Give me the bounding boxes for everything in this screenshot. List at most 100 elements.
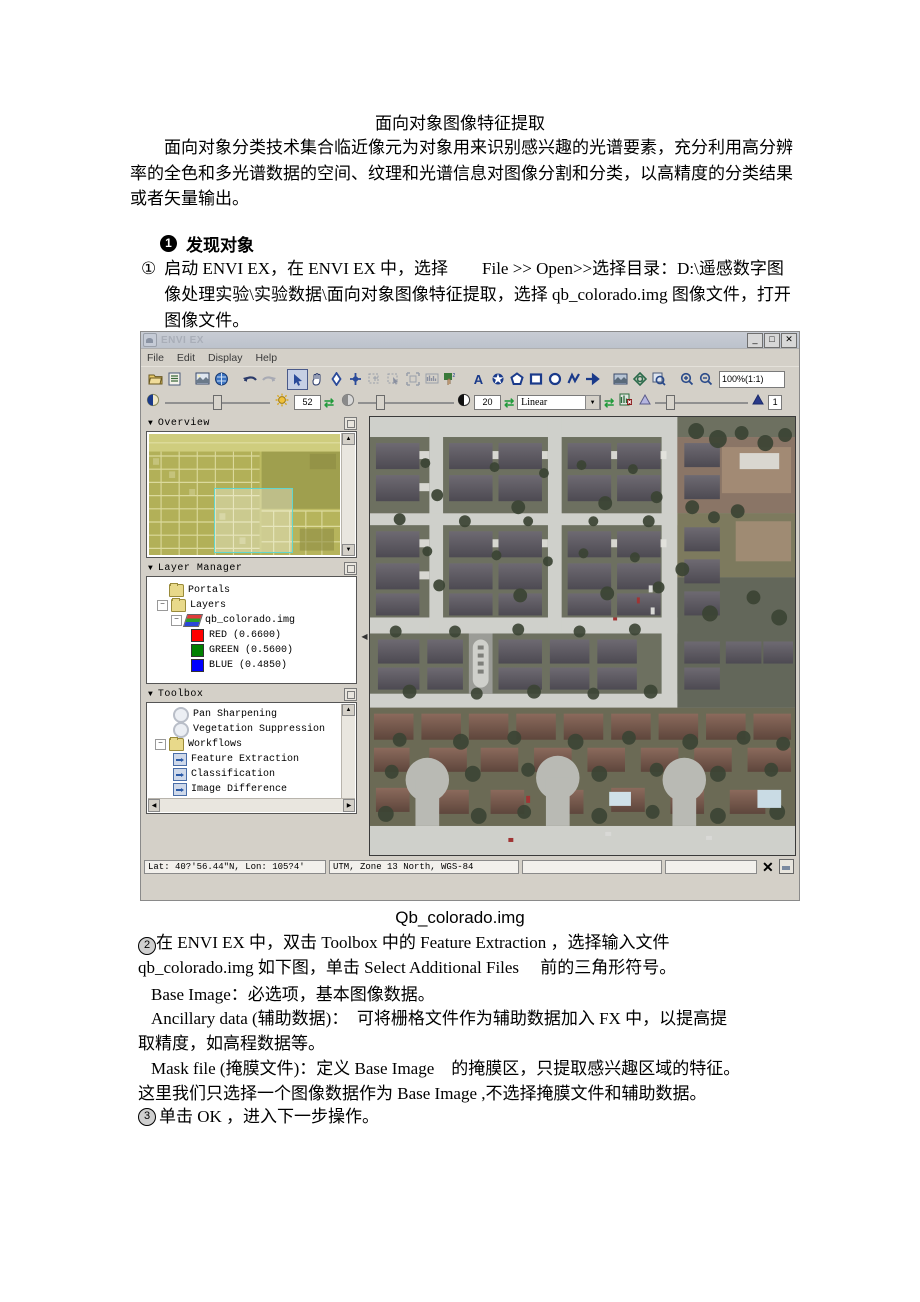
data-manager-icon[interactable] xyxy=(165,370,184,389)
collapse-triangle-icon[interactable]: ▼ xyxy=(148,690,153,699)
collapse-expander[interactable]: − xyxy=(155,739,166,750)
minimize-button[interactable]: _ xyxy=(747,332,763,348)
qb_colorado-aerial-view[interactable] xyxy=(369,416,796,856)
contrast-value-input[interactable]: 20 xyxy=(474,395,502,410)
menu-item-edit[interactable]: Edit xyxy=(177,352,195,364)
tree-item-workflows[interactable]: − Workflows xyxy=(147,737,356,752)
red-color-swatch xyxy=(191,629,204,642)
tree-item-layers[interactable]: − Layers xyxy=(147,598,356,613)
panel-collapse-handle[interactable]: ◀ xyxy=(361,414,368,858)
close-x-icon[interactable]: ✕ xyxy=(760,860,776,874)
layer-manager-panel[interactable]: Portals − Layers − qb_colorado.img RED (… xyxy=(146,576,357,684)
overview-panel[interactable]: ▲ ▼ xyxy=(146,431,357,558)
undock-icon[interactable] xyxy=(344,687,357,701)
envi-app-icon xyxy=(143,333,157,347)
tree-item-label: Image Difference xyxy=(191,784,288,795)
pixel-pick-icon[interactable]: 2 xyxy=(441,370,460,389)
aerial-image xyxy=(370,417,795,855)
brightness-reset-icon[interactable]: ⇄ xyxy=(324,396,334,410)
tree-item-classification[interactable]: Classification xyxy=(147,767,356,782)
brightness-value-input[interactable]: 52 xyxy=(294,395,321,410)
tree-item-pan-sharpening[interactable]: Pan Sharpening xyxy=(147,706,356,723)
crosshair-icon[interactable] xyxy=(346,370,365,389)
scroll-down-icon[interactable]: ▼ xyxy=(342,544,355,556)
annotation-point-icon[interactable] xyxy=(488,370,507,389)
overview-panel-header[interactable]: ▼ Overview xyxy=(144,416,361,430)
annotation-ellipse-icon[interactable] xyxy=(545,370,564,389)
zoom-box-icon xyxy=(365,370,384,389)
annotation-polyline-icon[interactable] xyxy=(564,370,583,389)
contrast-slider[interactable] xyxy=(358,395,455,410)
undock-icon[interactable] xyxy=(344,561,357,575)
select-arrow-icon[interactable] xyxy=(287,368,308,390)
contrast-reset-icon[interactable]: ⇄ xyxy=(504,396,514,410)
tree-item-label: Layers xyxy=(190,600,227,611)
tree-item-vegetation-suppression[interactable]: Vegetation Suppression xyxy=(147,721,356,738)
transparency-slider[interactable] xyxy=(655,395,749,410)
scroll-up-icon[interactable]: ▲ xyxy=(342,704,355,716)
transparency-value-input[interactable]: 1 xyxy=(768,395,783,410)
zoom-to-extent-icon[interactable] xyxy=(649,370,668,389)
transparency-icon[interactable] xyxy=(630,370,649,389)
toolbox-horizontal-scrollbar[interactable]: ◀ ▶ xyxy=(148,798,355,812)
tree-item-blue-band[interactable]: BLUE (0.4850) xyxy=(147,658,356,673)
layer-manager-panel-header[interactable]: ▼ Layer Manager xyxy=(144,561,361,575)
crosshair-diamond-icon[interactable] xyxy=(327,370,346,389)
tree-item-feature-extraction[interactable]: Feature Extraction xyxy=(147,752,356,767)
stretch-reset-icon[interactable]: ⇄ xyxy=(604,396,614,410)
close-button[interactable]: ✕ xyxy=(781,332,797,348)
stretch-select[interactable]: Linear ▼ xyxy=(517,395,602,410)
menu-item-file[interactable]: File xyxy=(147,352,164,364)
overview-vertical-scrollbar[interactable]: ▲ ▼ xyxy=(341,433,355,556)
tree-item-qb-colorado[interactable]: − qb_colorado.img xyxy=(147,613,356,628)
globe-icon[interactable] xyxy=(212,370,231,389)
pan-hand-icon[interactable] xyxy=(308,370,327,389)
step-1-number: ① xyxy=(141,259,157,278)
tree-item-green-band[interactable]: GREEN (0.5600) xyxy=(147,643,356,658)
image-overlay-icon[interactable] xyxy=(611,370,630,389)
toolbox-panel-header[interactable]: ▼ Toolbox xyxy=(144,687,361,701)
brightness-slider[interactable] xyxy=(165,395,270,410)
tree-item-image-difference[interactable]: Image Difference xyxy=(147,782,356,797)
overview-roi-box[interactable] xyxy=(213,488,294,553)
projection-readout: UTM, Zone 13 North, WGS-84 xyxy=(329,859,519,874)
zoom-out-icon[interactable] xyxy=(696,370,715,389)
tree-item-label: Pan Sharpening xyxy=(193,709,278,720)
undo-icon[interactable] xyxy=(240,370,259,389)
annotation-polygon-icon[interactable] xyxy=(507,370,526,389)
zoom-in-icon[interactable] xyxy=(677,370,696,389)
toolbox-panel-title: Toolbox xyxy=(157,688,204,700)
scroll-up-icon[interactable]: ▲ xyxy=(342,433,355,445)
window-titlebar[interactable]: ENVI EX _ □ ✕ xyxy=(141,332,799,349)
undock-icon[interactable] xyxy=(344,416,357,430)
scroll-left-icon[interactable]: ◀ xyxy=(148,799,160,812)
annotation-rectangle-icon[interactable] xyxy=(526,370,545,389)
toolbox-panel[interactable]: Pan Sharpening Vegetation Suppression − … xyxy=(146,702,357,814)
menu-item-help[interactable]: Help xyxy=(255,352,277,364)
tree-item-label: Workflows xyxy=(188,739,243,750)
open-file-icon[interactable] xyxy=(146,370,165,389)
scroll-right-icon[interactable]: ▶ xyxy=(343,799,355,812)
zoom-ratio-label: (1:1) xyxy=(745,374,764,384)
collapse-triangle-icon[interactable]: ▼ xyxy=(148,419,153,428)
annotation-text-icon[interactable]: A xyxy=(469,370,488,389)
image-icon[interactable] xyxy=(193,370,212,389)
collapse-triangle-icon[interactable]: ▼ xyxy=(148,564,153,573)
collapse-expander[interactable]: − xyxy=(157,600,168,611)
maximize-button[interactable]: □ xyxy=(764,332,780,348)
menu-item-display[interactable]: Display xyxy=(208,352,242,364)
annotation-arrow-icon[interactable] xyxy=(583,370,602,389)
tree-item-label: Feature Extraction xyxy=(191,754,300,765)
toolbox-tree: Pan Sharpening Vegetation Suppression − … xyxy=(147,703,356,812)
sharpen-icon[interactable] xyxy=(619,393,633,412)
chevron-down-icon[interactable]: ▼ xyxy=(585,395,601,410)
tree-item-label: Classification xyxy=(191,769,276,780)
tree-item-label: Portals xyxy=(188,585,231,596)
collapse-expander[interactable]: − xyxy=(171,615,182,626)
progress-icon[interactable] xyxy=(778,859,794,874)
toolbox-vertical-scrollbar[interactable]: ▲ ▼ xyxy=(341,704,355,812)
layer-manager-panel-title: Layer Manager xyxy=(157,562,243,574)
tree-item-portals[interactable]: Portals xyxy=(147,583,356,598)
document-page: 面向对象图像特征提取 面向对象分类技术集合临近像元为对象用来识别感兴趣的光谱要素… xyxy=(0,0,920,1302)
tree-item-red-band[interactable]: RED (0.6600) xyxy=(147,628,356,643)
